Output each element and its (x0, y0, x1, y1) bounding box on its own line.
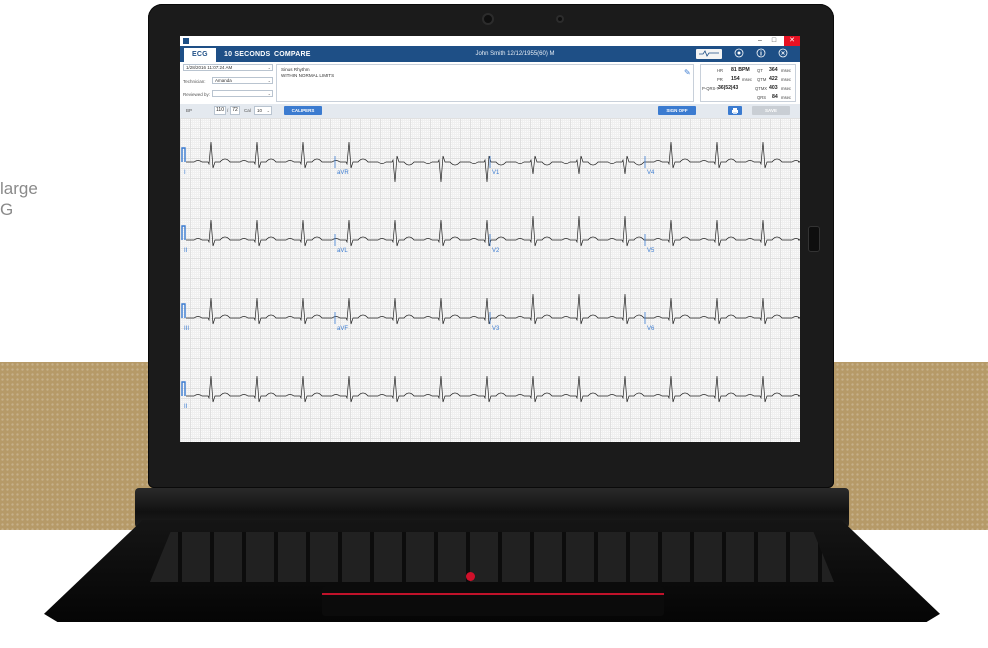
qt-label: QT (757, 68, 763, 73)
lead-label-V6: V6 (647, 326, 655, 332)
qtmx-unit: msec (781, 86, 792, 91)
edit-pencil-icon[interactable]: ✎ (684, 68, 691, 77)
bp-label: BP (186, 108, 193, 113)
ecg-trace-row-2 (186, 215, 800, 247)
maximize-button[interactable]: □ (768, 36, 780, 46)
calibration-pulse (181, 225, 186, 240)
app-screen: – □ ✕ ECG 10 SECONDS COMPARE John Smith … (180, 36, 800, 442)
lead-label-aVL: aVL (337, 248, 348, 254)
hr-value: 81 BPM (731, 67, 750, 73)
minimize-button[interactable]: – (754, 36, 766, 46)
sign-off-button[interactable]: SIGN OFF (658, 106, 696, 115)
app-icon (183, 38, 189, 44)
save-button[interactable]: SAVE (752, 106, 790, 115)
brand-logo (696, 49, 722, 59)
exit-icon[interactable] (776, 48, 790, 60)
ecg-trace-row-3 (186, 293, 800, 325)
qtmx-value: 403 (769, 85, 778, 91)
datetime-value: 1/28/2016 11:07:24 AM (186, 65, 233, 70)
lead-label-aVF: aVF (337, 326, 348, 332)
brand-logo-icon (699, 50, 719, 57)
qt-value: 364 (769, 67, 778, 73)
tab-compare[interactable]: COMPARE (266, 48, 319, 62)
sensor-icon (556, 15, 564, 23)
chevron-down-icon: ⌄ (267, 65, 271, 70)
lead-label-III: III (184, 326, 189, 332)
lead-label-V5: V5 (647, 248, 655, 254)
patient-info: John Smith 12/12/1955(60) M (475, 51, 555, 57)
lead-label-V4: V4 (647, 170, 655, 176)
trackpad (322, 586, 664, 616)
pr-label: PR (717, 77, 723, 82)
window-titlebar: – □ ✕ (180, 36, 800, 46)
side-caption-line-1: large (0, 179, 38, 198)
interpretation-textbox[interactable]: Sinus Rhythm WITHIN NORMAL LIMITS (276, 64, 694, 102)
calibration-pulse (181, 147, 186, 162)
cal-label: Cal (244, 108, 251, 113)
ecg-traces: IaVR V1 V4 II aVL V2 V5 III aVF V3 V6 II (181, 141, 800, 410)
lead-label-V2: V2 (492, 248, 500, 254)
bp-diastolic-input[interactable]: 72 (230, 106, 240, 115)
qrs-label: QRS (757, 95, 767, 100)
qrs-unit: msec (781, 95, 792, 100)
info-icon[interactable] (754, 48, 768, 60)
chevron-down-icon: ⌄ (267, 78, 271, 83)
record-info-panel: 1/28/2016 11:07:24 AM ⌄ Technician: Aman… (180, 62, 800, 104)
chevron-down-icon: ⌄ (266, 108, 270, 113)
close-button[interactable]: ✕ (784, 36, 800, 46)
ecg-trace-row-1 (186, 141, 800, 183)
interpretation-line-2: WITHIN NORMAL LIMITS (281, 72, 335, 78)
bp-systolic-input[interactable]: 110 (214, 106, 226, 115)
datetime-select[interactable]: 1/28/2016 11:07:24 AM ⌄ (183, 64, 273, 71)
qt-unit: msec (781, 68, 792, 73)
print-button[interactable] (728, 106, 742, 115)
pr-value: 154 (731, 76, 740, 82)
p-qrs-t-label: P-QRS-T (702, 86, 720, 91)
p-qrs-t-value: 36|52|43 (718, 85, 739, 91)
settings-icon[interactable] (732, 48, 746, 60)
bp-separator: / (227, 108, 229, 113)
lead-label-V1: V1 (492, 170, 500, 176)
lead-label-V3: V3 (492, 326, 500, 332)
cal-value: 10 (257, 108, 263, 113)
technician-label: Technician: (183, 79, 206, 84)
main-toolbar: ECG 10 SECONDS COMPARE John Smith 12/12/… (180, 46, 800, 62)
lead-label-II: II (184, 404, 188, 410)
ecg-trace-row-4 (186, 375, 800, 403)
tab-ecg[interactable]: ECG (184, 48, 216, 62)
control-bar: BP 110 / 72 Cal 10 ⌄ CALIPERS SIGN OFF S… (180, 104, 800, 118)
camera-icon (482, 13, 494, 25)
printer-icon (732, 107, 738, 114)
calipers-button[interactable]: CALIPERS (284, 106, 322, 115)
trackpoint (466, 572, 475, 581)
qtmx-label: QTMX (755, 86, 768, 91)
technician-select[interactable]: Amanda ⌄ (212, 77, 273, 84)
lead-label-I: I (184, 170, 186, 176)
measurements-panel: HR 81 BPM QT 364 msec PR 154 msec QTM 42… (700, 64, 796, 102)
ecg-grid: IaVR V1 V4 II aVL V2 V5 III aVF V3 V6 II (180, 118, 800, 442)
reviewed-by-select[interactable]: ⌄ (212, 90, 273, 97)
side-button (808, 226, 820, 252)
hr-label: HR (717, 68, 724, 73)
lead-label-II: II (184, 248, 188, 254)
qrs-value: 84 (772, 94, 778, 100)
lead-label-aVR: aVR (337, 170, 349, 176)
calibration-pulse (181, 303, 186, 318)
keyboard (150, 532, 834, 582)
qtm-value: 422 (769, 76, 778, 82)
cal-select[interactable]: 10 ⌄ (254, 106, 272, 115)
reviewed-by-label: Reviewed by: (183, 92, 211, 97)
side-caption-line-2: G (0, 200, 14, 219)
qtm-unit: msec (781, 77, 792, 82)
pr-unit: msec (742, 77, 753, 82)
qtm-label: QTM (757, 77, 767, 82)
technician-value: Amanda (215, 78, 232, 83)
side-caption: large G (0, 178, 38, 220)
chevron-down-icon: ⌄ (267, 91, 271, 96)
calibration-pulse (181, 381, 186, 396)
